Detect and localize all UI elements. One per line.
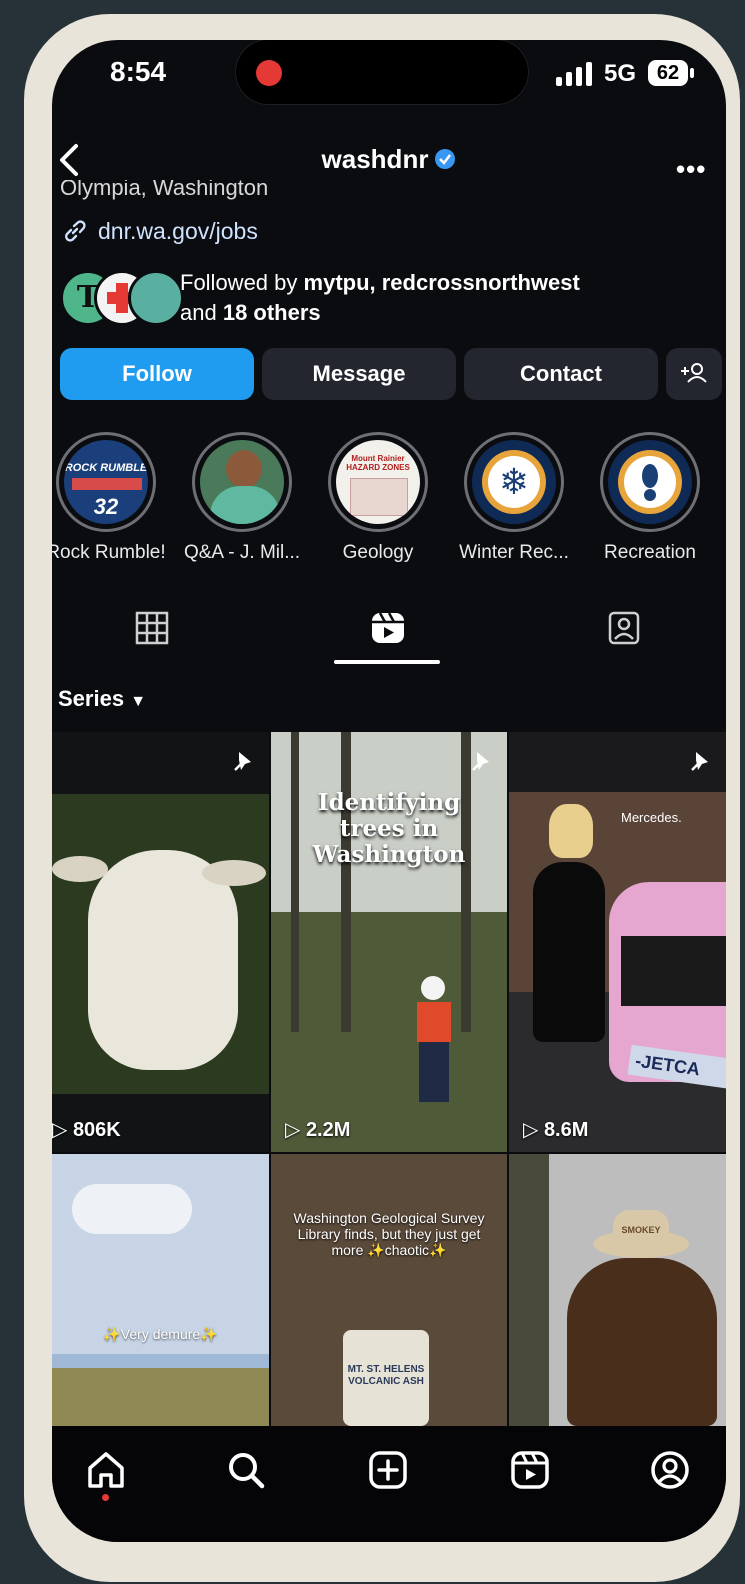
reel-item[interactable]: ▷ 806K — [52, 732, 269, 1152]
person-legs — [419, 1042, 449, 1102]
cloud — [72, 1184, 192, 1234]
reel-overlay-text: ✨Very demure✨ — [103, 1326, 218, 1342]
network-type: 5G — [604, 60, 637, 87]
followed-names: mytpu, redcrossnorthwest — [303, 270, 580, 295]
reel-views-count: 806K — [72, 1119, 121, 1141]
highlight-geology[interactable]: Mount Rainier HAZARD ZONES — [328, 432, 428, 532]
highlight-label: Rock Rumble! — [52, 542, 166, 563]
person-dress — [533, 862, 605, 1042]
contact-button[interactable]: Contact — [464, 348, 658, 400]
highlight-thumb: ROCK RUMBLE 32 — [64, 440, 148, 524]
reels-tab-icon[interactable] — [370, 610, 406, 646]
reel-views-count: 8.6M — [543, 1119, 589, 1141]
status-time: 8:54 — [110, 56, 167, 87]
highlight-label: Recreation — [604, 542, 696, 563]
snowflake-icon: ❄ — [498, 461, 530, 502]
pin-icon — [234, 752, 251, 771]
highlight-rock-rumble[interactable]: ROCK RUMBLE 32 — [56, 432, 156, 532]
battery-level: 62 — [648, 60, 688, 86]
link-icon — [65, 220, 86, 242]
highlight-thumb-text: Mount Rainier HAZARD ZONES — [346, 454, 410, 472]
reel-item[interactable]: SMOKEY — [509, 1154, 726, 1426]
reel-overlay-text: Mercedes. — [621, 810, 682, 825]
reel-item[interactable]: Washington Geological Survey Library fin… — [271, 1154, 507, 1426]
profile-username: washdnr — [52, 144, 726, 175]
highlight-qa[interactable] — [192, 432, 292, 532]
series-filter[interactable]: Series ▼ — [58, 686, 146, 712]
reel-item[interactable]: ✨Very demure✨ — [52, 1154, 269, 1426]
chevron-down-icon: ▼ — [130, 693, 147, 710]
followed-and: and — [180, 300, 223, 325]
highlight-winter-rec[interactable]: ❄ — [464, 432, 564, 532]
follow-button[interactable]: Follow — [60, 348, 254, 400]
can-label: MT. ST. HELENS VOLCANIC ASH — [347, 1364, 425, 1387]
highlight-label: Geology — [342, 542, 414, 563]
goat-ear — [52, 856, 108, 882]
reel-item[interactable]: Identifying trees in Washington ▷ 2.2M — [271, 732, 507, 1152]
phone-screen: 8:54 5G 62 washdnr ••• Olympia, Washingt… — [52, 40, 726, 1542]
reel-views: ▷ 8.6M — [523, 1119, 589, 1141]
battery-tip — [690, 68, 694, 78]
bear-body — [567, 1258, 717, 1426]
highlight-thumb — [200, 440, 284, 524]
add-person-icon — [681, 363, 707, 383]
followed-prefix: Followed by — [180, 270, 304, 295]
more-options-icon[interactable]: ••• — [676, 154, 706, 185]
highlight-badge-number: 32 — [93, 494, 119, 519]
reel-overlay-text: Identifying trees in Washington — [312, 789, 466, 868]
ranger-hat-text: SMOKEY — [613, 1210, 669, 1242]
person-vest — [417, 1002, 451, 1042]
search-icon[interactable] — [224, 1448, 268, 1492]
profile-location: Olympia, Washington — [60, 180, 269, 200]
footprint-icon — [642, 464, 658, 501]
highlight-badge-title: ROCK RUMBLE — [64, 462, 148, 474]
reel-field — [52, 1368, 269, 1426]
reel-views-count: 2.2M — [305, 1119, 351, 1141]
reel-ground — [271, 912, 507, 1152]
pin-icon — [691, 752, 708, 771]
person-jacket — [210, 486, 280, 524]
reel-overlay-text: Washington Geological Survey Library fin… — [293, 1210, 485, 1258]
map-graphic — [350, 478, 408, 516]
username-text: washdnr — [321, 144, 429, 174]
message-button[interactable]: Message — [262, 348, 456, 400]
highlight-recreation[interactable] — [600, 432, 700, 532]
followed-by-text[interactable]: Followed by mytpu, redcrossnorthwest and… — [180, 268, 700, 328]
signal-icon — [556, 62, 592, 86]
grid-tab-icon[interactable] — [134, 610, 170, 646]
reel-views: ▷ 806K — [52, 1119, 121, 1141]
reel-wall — [509, 1154, 549, 1426]
tree-trunk — [461, 732, 471, 1032]
reels-nav-icon[interactable] — [508, 1448, 552, 1492]
person-hair — [549, 804, 593, 858]
follower-avatar[interactable] — [128, 270, 184, 326]
suggested-users-button[interactable] — [666, 348, 722, 400]
person-head — [226, 450, 262, 488]
car-grille — [621, 936, 726, 1006]
tree-trunk — [341, 732, 351, 1032]
profile-link[interactable]: dnr.wa.gov/jobs — [98, 218, 258, 245]
highlight-thumb: ❄ — [472, 440, 556, 524]
person-helmet — [421, 976, 445, 1000]
notification-dot — [102, 1494, 109, 1501]
highlight-label: Q&A - J. Mil... — [183, 542, 301, 563]
create-post-icon[interactable] — [366, 1448, 410, 1492]
verified-badge-icon — [435, 149, 456, 169]
followed-others: 18 others — [222, 300, 321, 325]
series-label: Series — [58, 686, 125, 711]
goat-ear — [202, 860, 266, 886]
tree-trunk — [291, 732, 299, 1032]
tagged-tab-icon[interactable] — [606, 610, 642, 646]
recording-indicator — [256, 60, 282, 86]
active-tab-indicator — [334, 660, 440, 664]
home-icon[interactable] — [84, 1448, 128, 1492]
profile-icon[interactable] — [648, 1448, 692, 1492]
pin-icon — [472, 752, 489, 771]
highlight-label: Winter Rec... — [459, 542, 569, 563]
highlight-thumb: Mount Rainier HAZARD ZONES — [336, 440, 420, 524]
highlight-thumb — [608, 440, 692, 524]
reel-views: ▷ 2.2M — [285, 1119, 351, 1141]
highlight-badge-banner — [72, 478, 142, 490]
reel-item[interactable]: Mercedes. -JETCA ▷ 8.6M — [509, 732, 726, 1152]
